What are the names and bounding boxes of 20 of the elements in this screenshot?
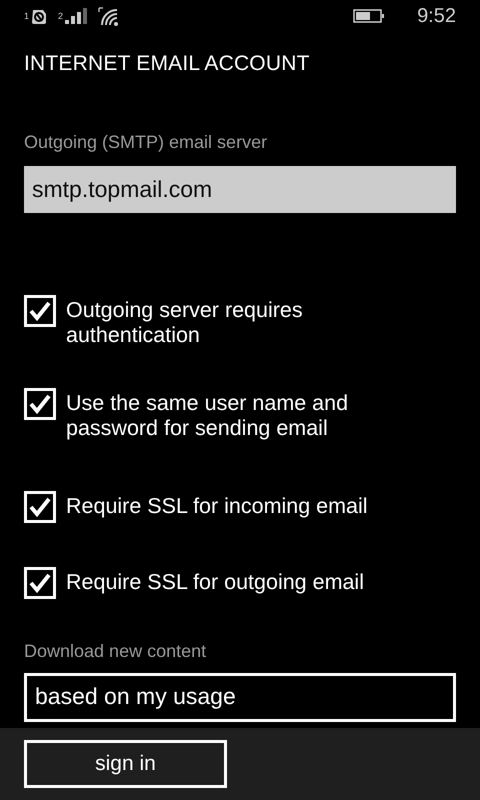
clock-time: 9:52 (417, 4, 456, 28)
checkbox-label: Use the same user name and password for sending email (66, 391, 350, 441)
field-label: Outgoing (SMTP) email server (24, 132, 268, 154)
download-picker[interactable]: based on my usage (24, 673, 456, 722)
checkbox-label: Require SSL for incoming email (66, 494, 369, 519)
battery-icon (353, 9, 386, 23)
checkbox[interactable] (24, 295, 56, 327)
sim-number: 1 (24, 11, 30, 21)
checkbox-label: Outgoing server requires authentication (66, 298, 304, 348)
checkbox-label: Require SSL for outgoing email (66, 570, 365, 595)
checkbox[interactable] (24, 388, 56, 420)
field-label: Download new content (24, 641, 208, 663)
checkbox[interactable] (24, 567, 56, 599)
wifi-icon (98, 6, 120, 26)
signal-icon (64, 7, 88, 25)
sim-number: 2 (58, 11, 64, 21)
page-title: INTERNET EMAIL ACCOUNT (24, 52, 311, 76)
checkbox[interactable] (24, 491, 56, 523)
sign-in-button[interactable]: sign in (24, 740, 227, 788)
server-field[interactable]: smtp.topmail.com (24, 166, 456, 213)
